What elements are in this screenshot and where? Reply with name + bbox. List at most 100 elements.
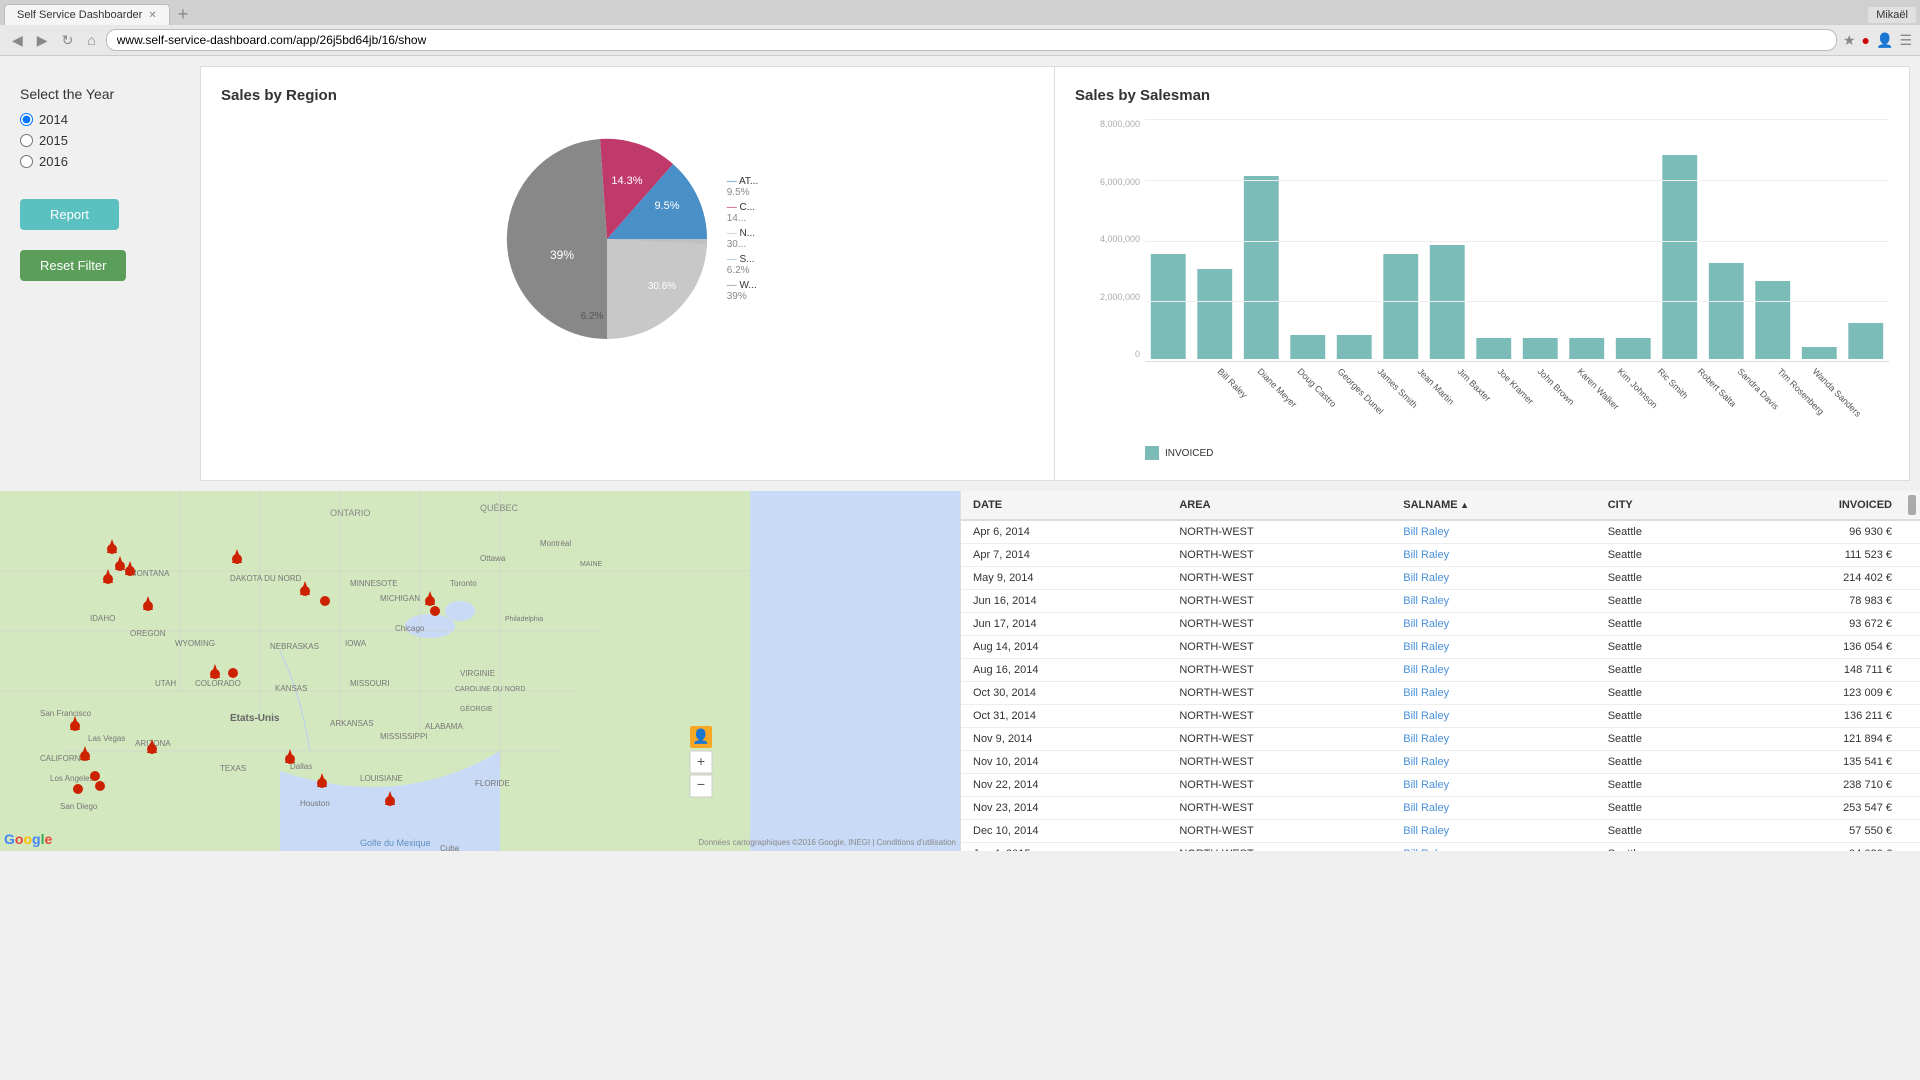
bookmark-icon[interactable]: ★ [1843,32,1856,49]
cell-city: Seattle [1596,728,1729,751]
table-row: Nov 22, 2014 NORTH-WEST Bill Raley Seatt… [961,774,1920,797]
new-tab-button[interactable]: + [170,4,197,25]
svg-text:FLORIDE: FLORIDE [475,779,510,788]
home-button[interactable]: ⌂ [83,30,99,50]
cell-area: NORTH-WEST [1167,843,1391,852]
cell-invoiced: 93 672 € [1728,613,1904,636]
cell-salname[interactable]: Bill Raley [1391,544,1595,567]
map-pin-12[interactable] [430,606,440,616]
year-2014-label: 2014 [39,112,68,127]
profile-icon[interactable]: 👤 [1876,32,1893,49]
svg-text:OREGON: OREGON [130,629,166,638]
reload-button[interactable]: ↻ [58,30,78,51]
map-pin-8[interactable] [320,596,330,606]
year-radio-group: 2014 2015 2016 [20,112,180,169]
cell-date: Jun 17, 2014 [961,613,1167,636]
pie-label-at: 9.5% [654,200,679,212]
bar-james-smith[interactable] [1337,335,1372,359]
map-pin-17[interactable] [95,781,105,791]
cell-date: Nov 10, 2014 [961,751,1167,774]
cell-salname[interactable]: Bill Raley [1391,659,1595,682]
cell-invoiced: 94 030 € [1728,843,1904,852]
cell-scroll-space [1904,590,1920,613]
cell-area: NORTH-WEST [1167,544,1391,567]
invoiced-legend-label: INVOICED [1165,448,1213,459]
map-svg: ONTARIO QUÉBEC MONTANA DAKOTA DU NORD MI… [0,491,960,851]
cell-area: NORTH-WEST [1167,567,1391,590]
tab-close-button[interactable]: ✕ [148,10,156,21]
map-pin-11[interactable] [228,668,238,678]
bar-wanda-sanders[interactable] [1848,323,1883,359]
col-date[interactable]: DATE [961,491,1167,520]
pie-segment-west2[interactable] [507,139,607,339]
col-invoiced[interactable]: INVOICED [1728,491,1904,520]
y-label-8m: 8,000,000 [1085,119,1140,129]
cell-city: Seattle [1596,774,1729,797]
menu-icon[interactable]: ☰ [1899,32,1912,49]
bar-sandra-davis[interactable] [1755,281,1790,359]
bar-ric-smith[interactable] [1662,155,1697,359]
year-2014-option[interactable]: 2014 [20,112,180,127]
cell-salname[interactable]: Bill Raley [1391,820,1595,843]
col-salname[interactable]: SALNAME [1391,491,1595,520]
svg-text:IDAHO: IDAHO [90,614,115,623]
map-pin-16[interactable] [73,784,83,794]
browser-chrome: Self Service Dashboarder ✕ + Mikaël ◀ ▶ … [0,0,1920,56]
bar-robert-salta[interactable] [1709,263,1744,359]
browser-tab[interactable]: Self Service Dashboarder ✕ [4,4,170,25]
year-2015-radio[interactable] [20,134,33,147]
cell-salname[interactable]: Bill Raley [1391,797,1595,820]
y-label-0: 0 [1085,349,1140,359]
cell-salname[interactable]: Bill Raley [1391,728,1595,751]
year-2014-radio[interactable] [20,113,33,126]
bar-chart-title: Sales by Salesman [1075,87,1889,104]
cell-city: Seattle [1596,751,1729,774]
year-2016-option[interactable]: 2016 [20,154,180,169]
bar-georges-dunel[interactable] [1290,335,1325,359]
browser-icon: ● [1862,32,1870,48]
charts-container: Sales by Region [200,66,1910,481]
cell-invoiced: 111 523 € [1728,544,1904,567]
cell-invoiced: 96 930 € [1728,520,1904,544]
bar-diane-meyer[interactable] [1197,269,1232,359]
reset-filter-button[interactable]: Reset Filter [20,250,126,281]
x-label-diane-meyer: Diane Meyer [1256,366,1299,409]
year-2016-radio[interactable] [20,155,33,168]
cell-salname[interactable]: Bill Raley [1391,520,1595,544]
bar-kim-johnson[interactable] [1616,338,1651,359]
bar-bill-raley[interactable] [1151,254,1186,359]
cell-salname[interactable]: Bill Raley [1391,682,1595,705]
cell-date: Oct 31, 2014 [961,705,1167,728]
address-bar[interactable] [106,29,1837,51]
cell-salname[interactable]: Bill Raley [1391,636,1595,659]
cell-salname[interactable]: Bill Raley [1391,774,1595,797]
grid-line-1 [1145,180,1889,181]
table-row: Aug 14, 2014 NORTH-WEST Bill Raley Seatt… [961,636,1920,659]
back-button[interactable]: ◀ [8,30,27,51]
forward-button[interactable]: ▶ [33,30,52,51]
col-area[interactable]: AREA [1167,491,1391,520]
cell-invoiced: 238 710 € [1728,774,1904,797]
bar-joe-kramer[interactable] [1476,338,1511,359]
map-pin-15[interactable] [90,771,100,781]
bar-tim-rosenberg[interactable] [1802,347,1837,359]
cell-salname[interactable]: Bill Raley [1391,843,1595,852]
cell-invoiced: 136 211 € [1728,705,1904,728]
cell-salname[interactable]: Bill Raley [1391,567,1595,590]
bar-john-brown[interactable] [1523,338,1558,359]
report-button[interactable]: Report [20,199,119,230]
svg-text:GÉORGIE: GÉORGIE [460,704,493,713]
cell-salname[interactable]: Bill Raley [1391,613,1595,636]
svg-text:MICHIGAN: MICHIGAN [380,594,420,603]
bar-jean-martin[interactable] [1383,254,1418,359]
x-label-robert-salta: Robert Salta [1696,366,1738,408]
bar-karen-walker[interactable] [1569,338,1604,359]
cell-salname[interactable]: Bill Raley [1391,705,1595,728]
cell-area: NORTH-WEST [1167,820,1391,843]
cell-area: NORTH-WEST [1167,520,1391,544]
year-2015-option[interactable]: 2015 [20,133,180,148]
bar-doug-castro[interactable] [1244,176,1279,359]
cell-salname[interactable]: Bill Raley [1391,590,1595,613]
col-city[interactable]: CITY [1596,491,1729,520]
cell-salname[interactable]: Bill Raley [1391,751,1595,774]
